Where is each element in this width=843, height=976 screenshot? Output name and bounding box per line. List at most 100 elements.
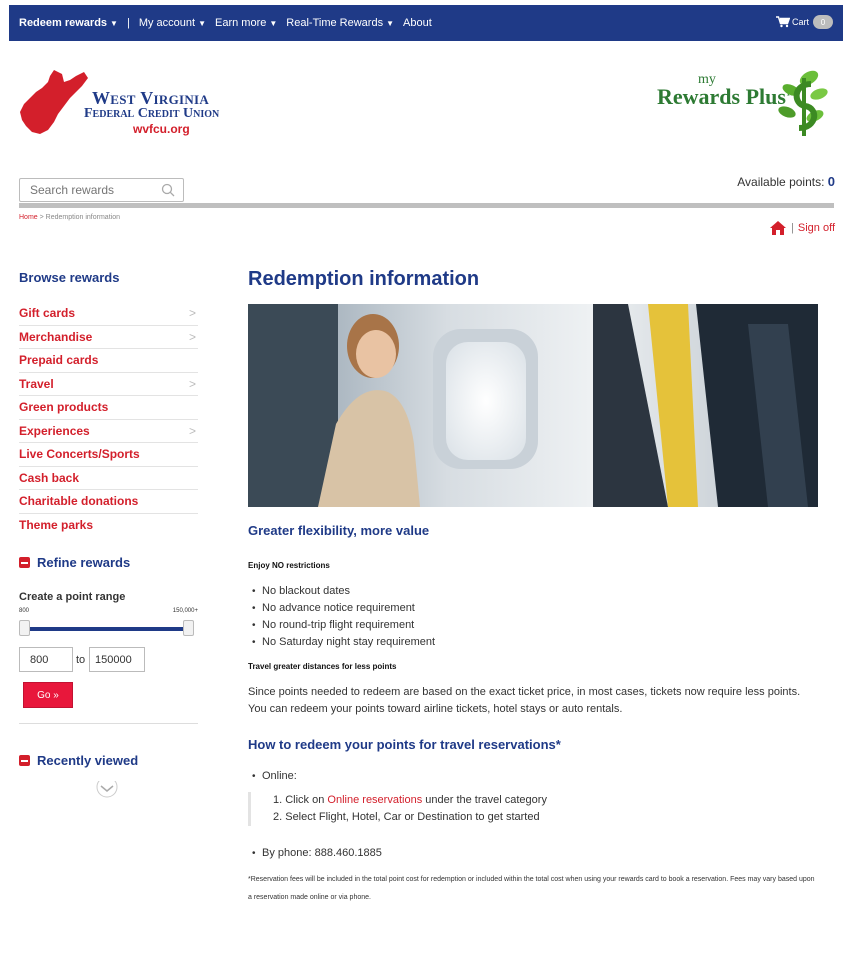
search-box [19, 178, 184, 202]
nav-about[interactable]: About [403, 17, 432, 29]
main-content: Redemption information Greater flexibili… [248, 268, 818, 901]
category-label: Charitable donations [19, 494, 139, 509]
step-1: 1. Click on Online reservations under th… [273, 792, 547, 809]
category-prepaid-cards[interactable]: Prepaid cards [19, 349, 198, 373]
airplane-passenger-hero-image [248, 304, 818, 507]
category-experiences[interactable]: Experiences > [19, 420, 198, 443]
recently-viewed-title: Recently viewed [37, 753, 139, 768]
distance-paragraph: Since points needed to redeem are based … [248, 686, 801, 715]
slider-max-handle[interactable] [183, 620, 194, 636]
search-input[interactable] [20, 179, 160, 201]
refine-divider [19, 723, 198, 724]
logo-url: wvfcu.org [133, 122, 190, 136]
enjoy-title: Enjoy NO restrictions [248, 561, 330, 570]
list-item: No advance notice requirement [248, 600, 435, 617]
wvfcu-logo[interactable]: West Virginia Federal Credit Union wvfcu… [18, 68, 258, 138]
list-item: Online: [248, 768, 297, 785]
logo-line2: Federal Credit Union [84, 106, 220, 121]
search-icon[interactable] [161, 183, 175, 197]
category-charitable-donations[interactable]: Charitable donations [19, 490, 198, 514]
category-label: Theme parks [19, 518, 94, 533]
chevron-down-icon[interactable] [96, 781, 118, 799]
distance-title: Travel greater distances for less points [248, 662, 397, 671]
nav-label: My account [138, 17, 196, 29]
points-label: Available points: [737, 175, 825, 189]
sign-off-link[interactable]: Sign off [798, 222, 835, 234]
range-to-label: to [76, 654, 86, 666]
online-steps: 1. Click on Online reservations under th… [248, 792, 547, 826]
section-flexibility-title: Greater flexibility, more value [248, 523, 430, 538]
dollar-leaf-icon [778, 70, 828, 136]
breadcrumb-home-link[interactable]: Home [19, 214, 38, 221]
category-label: Live Concerts/Sports [19, 447, 140, 462]
recently-viewed-panel: Recently viewed [19, 753, 198, 798]
section-how-to-redeem-title: How to redeem your points for travel res… [248, 737, 561, 752]
nav-label: About [403, 17, 432, 29]
category-label: Experiences [19, 423, 90, 438]
caret-down-icon: ▼ [269, 18, 278, 28]
nav-redeem-rewards[interactable]: Redeem rewards ▼ [19, 17, 118, 29]
nav-label: Redeem rewards [19, 17, 108, 29]
category-green-products[interactable]: Green products [19, 396, 198, 420]
category-label: Green products [19, 400, 109, 415]
nav-my-account[interactable]: My account ▼ [139, 17, 206, 29]
nav-separator: | [126, 17, 130, 29]
range-from-input[interactable] [19, 647, 73, 672]
chevron-right-icon: > [188, 376, 196, 391]
restrictions-list: No blackout dates No advance notice requ… [248, 583, 435, 651]
breadcrumb-separator: > [37, 214, 46, 221]
category-live-concerts-sports[interactable]: Live Concerts/Sports [19, 443, 198, 467]
recently-viewed-header[interactable]: Recently viewed [19, 753, 198, 768]
caret-down-icon: ▼ [110, 18, 118, 28]
nav-label: Earn more [215, 17, 267, 29]
list-item: By phone: 888.460.1885 [248, 845, 382, 862]
category-theme-parks[interactable]: Theme parks [19, 514, 198, 538]
category-gift-cards[interactable]: Gift cards > [19, 302, 198, 326]
category-label: Travel [19, 376, 54, 391]
list-item: No Saturday night stay requirement [248, 634, 435, 651]
step-1-suffix: under the travel category [422, 794, 547, 806]
collapse-minus-icon [19, 755, 30, 766]
list-item: No round-trip flight requirement [248, 617, 435, 634]
category-merchandise[interactable]: Merchandise > [19, 326, 198, 349]
range-max-label: 150,000+ [172, 608, 198, 614]
top-navigation: Redeem rewards ▼ | My account ▼ Earn more ▼… [9, 5, 843, 41]
cart-count-badge: 0 [813, 15, 833, 29]
chevron-right-icon: > [188, 329, 196, 344]
account-links: | Sign off [769, 220, 835, 236]
west-virginia-map-icon [20, 70, 88, 134]
nav-earn-more[interactable]: Earn more ▼ [215, 17, 277, 29]
cart-label: Cart [791, 17, 809, 27]
point-range-title: Create a point range [19, 591, 126, 603]
caret-down-icon: ▼ [198, 18, 206, 28]
go-button[interactable]: Go » [23, 682, 73, 708]
caret-down-icon: ▼ [386, 18, 394, 28]
account-separator: | [791, 222, 794, 234]
chevron-right-icon: > [188, 306, 196, 321]
rewards-plus-logo[interactable]: my Rewards PlusTM [655, 64, 835, 149]
refine-header[interactable]: Refine rewards [19, 555, 198, 570]
category-cash-back[interactable]: Cash back [19, 467, 198, 490]
category-travel[interactable]: Travel > [19, 373, 198, 396]
category-label: Merchandise [19, 329, 93, 344]
category-label: Prepaid cards [19, 353, 99, 368]
page-title: Redemption information [248, 268, 480, 290]
online-reservations-link[interactable]: Online reservations [327, 794, 422, 806]
point-range-slider[interactable] [19, 627, 192, 631]
cart-button[interactable]: Cart 0 [775, 15, 833, 29]
step-2: 2. Select Flight, Hotel, Car or Destinat… [273, 811, 540, 823]
nav-real-time-rewards[interactable]: Real-Time Rewards ▼ [286, 17, 394, 29]
step-1-prefix: 1. Click on [273, 794, 328, 806]
range-min-label: 800 [19, 608, 30, 614]
range-to-input[interactable] [89, 647, 145, 672]
collapse-minus-icon [19, 557, 30, 568]
header-divider [19, 203, 834, 208]
browse-rewards-title: Browse rewards [19, 270, 120, 285]
category-label: Gift cards [19, 306, 76, 321]
available-points: Available points: 0 [737, 174, 835, 189]
chevron-right-icon: > [188, 423, 196, 438]
refine-rewards-panel: Refine rewards Create a point range 800 … [19, 555, 198, 724]
home-icon[interactable] [769, 220, 787, 236]
slider-min-handle[interactable] [19, 620, 30, 636]
breadcrumb: Home > Redemption information [19, 214, 120, 221]
